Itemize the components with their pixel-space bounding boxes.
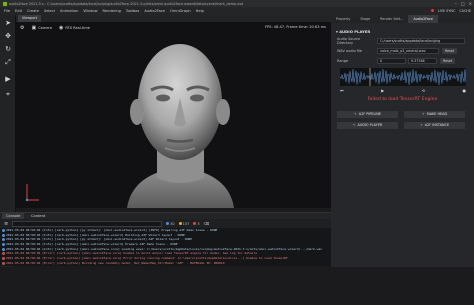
- audio-waveform[interactable]: [340, 68, 466, 86]
- audio-source-field[interactable]: C:/users/scotts/appdata/local/ov/pkg: [377, 38, 465, 44]
- right-panel-tabbar: Property Stage Render Sett... Audio2Face: [331, 15, 474, 23]
- rotate-tool-icon[interactable]: ↻: [3, 45, 13, 54]
- console-tabbar: Console Content: [0, 212, 331, 220]
- menu-audio2face[interactable]: Audio2Face: [144, 9, 165, 13]
- a2f-pipeline-button[interactable]: + A2F PIPELINE: [337, 111, 398, 118]
- menu-create[interactable]: Create: [27, 9, 39, 13]
- tab-audio2face[interactable]: Audio2Face: [408, 15, 438, 23]
- audio-player-header[interactable]: ▾ AUDIO PLAYER: [336, 29, 370, 34]
- live-sync-toggle[interactable]: LIVE SYNC: [438, 9, 456, 13]
- error-count[interactable]: 3: [193, 222, 200, 226]
- app-logo-icon: [3, 1, 7, 6]
- menu-edit[interactable]: Edit: [15, 9, 22, 13]
- wav-label: WAV audio file: [337, 49, 363, 53]
- skip-back-icon[interactable]: ⏮: [340, 88, 344, 94]
- audio-source-row: Audio Source Directory C:/users/scotts/a…: [337, 37, 469, 45]
- plus-icon: +: [353, 112, 357, 116]
- a2f-instance-button[interactable]: + A2F INSTANCE: [404, 122, 465, 129]
- menu-omnigraph[interactable]: OmniGraph: [170, 9, 191, 13]
- move-tool-icon[interactable]: ✥: [3, 32, 13, 41]
- menu-select[interactable]: Select: [44, 9, 55, 13]
- close-icon[interactable]: ×: [469, 1, 472, 6]
- loop-icon[interactable]: ⟲: [422, 88, 425, 94]
- range-row: Range 0 9.37346 Reset: [337, 58, 469, 64]
- menu-toolbox[interactable]: Toolbox: [126, 9, 139, 13]
- head-model-render: [127, 44, 234, 208]
- render-mode-label: RTX Real-time: [65, 25, 90, 30]
- menu-animation[interactable]: Animation: [60, 9, 78, 13]
- play-tool-icon[interactable]: ▶: [3, 75, 13, 84]
- warning-count[interactable]: 157: [178, 222, 189, 226]
- info-icon: [2, 238, 5, 242]
- info-icon: [2, 233, 5, 237]
- camera-label: Camera: [38, 25, 52, 30]
- maximize-icon[interactable]: □: [461, 1, 465, 6]
- camera-button[interactable]: ▣ Camera: [31, 25, 51, 31]
- tab-render-settings[interactable]: Render Sett...: [375, 15, 408, 23]
- error-icon: [2, 261, 5, 265]
- info-icon: [166, 222, 170, 225]
- viewport[interactable]: ⚙ ▣ Camera ◉ RTX Real-time FPS: 48.47, Fra…: [16, 22, 331, 208]
- menu-file[interactable]: File: [4, 9, 10, 13]
- menu-bar: File Edit Create Select Animation Window…: [0, 7, 474, 15]
- tensorrt-error-message: Failed to load TensorRT Engine: [367, 97, 438, 102]
- menu-help[interactable]: Help: [196, 9, 204, 13]
- console-log[interactable]: 2021-05-04 06:50:46 [Info] [carb.python]…: [0, 228, 331, 266]
- console-menu-icon[interactable]: ≡: [4, 221, 8, 227]
- camera-icon: ▣: [31, 24, 37, 31]
- audio2face-panel: ▾ AUDIO PLAYER Audio Source Directory C:…: [331, 23, 474, 267]
- error-icon: [2, 256, 5, 260]
- transport-controls: ⏮ ▶ ⟲ ●: [340, 88, 466, 94]
- clear-console-icon[interactable]: ⌫: [204, 221, 210, 226]
- error-icon: [2, 252, 5, 256]
- tab-property[interactable]: Property: [331, 15, 355, 23]
- info-icon: [2, 242, 5, 246]
- viewport-tabbar: Viewport: [16, 15, 331, 22]
- plus-icon: +: [352, 123, 356, 127]
- live-sync-indicator-icon: [430, 9, 434, 12]
- title-bar: audio2face 2021.3.x - C:/users/scotts/ap…: [0, 0, 474, 7]
- error-icon: [193, 222, 197, 225]
- plus-icon: +: [421, 112, 425, 116]
- range-start-field[interactable]: 0: [377, 58, 406, 64]
- range-reset-button[interactable]: Reset: [440, 58, 456, 64]
- audio-player-button[interactable]: + AUDIO PLAYER: [337, 122, 398, 129]
- wav-row: WAV audio file voice_male_p3_neutral.wav…: [337, 48, 469, 54]
- console-search-input[interactable]: [12, 220, 163, 227]
- log-line: 2021-05-04 06:50:46 [Error] [carb.python…: [0, 261, 331, 266]
- wav-file-select[interactable]: voice_male_p3_neutral.wav: [377, 48, 439, 54]
- minimize-icon[interactable]: –: [455, 1, 457, 6]
- axis-gizmo-icon: [25, 184, 39, 202]
- window-controls: – □ ×: [455, 1, 472, 6]
- window-title: audio2face 2021.3.x - C:/users/scotts/ap…: [9, 1, 244, 6]
- audio-source-label: Audio Source Directory: [337, 37, 361, 45]
- tab-stage[interactable]: Stage: [355, 15, 375, 23]
- render-mode-button[interactable]: ◉ RTX Real-time: [59, 25, 90, 31]
- select-tool-icon[interactable]: ➤: [3, 19, 13, 28]
- info-count[interactable]: 30: [166, 222, 175, 226]
- tab-viewport[interactable]: Viewport: [18, 15, 41, 22]
- range-end-field[interactable]: 9.37346: [408, 58, 437, 64]
- menu-window[interactable]: Window: [83, 9, 97, 13]
- snap-tool-icon[interactable]: ⌖: [3, 90, 13, 99]
- scale-tool-icon[interactable]: ⤢: [3, 58, 13, 67]
- range-label: Range: [337, 59, 349, 63]
- status-bar: [0, 267, 474, 305]
- plus-icon: +: [419, 123, 423, 127]
- render-icon: ◉: [58, 24, 64, 31]
- info-icon: [2, 247, 5, 251]
- menu-right: LIVE SYNC CACHE: [430, 9, 471, 13]
- menu-rendering[interactable]: Rendering: [103, 9, 121, 13]
- cache-button[interactable]: CACHE: [459, 9, 471, 13]
- console-toolbar: ≡ 30 157 3 ⌫: [0, 219, 331, 228]
- record-icon[interactable]: ●: [463, 88, 467, 94]
- make-head-button[interactable]: + MAKE HEAD: [404, 111, 465, 118]
- gear-icon: ⚙: [20, 24, 25, 31]
- viewport-settings-button[interactable]: ⚙: [20, 25, 24, 31]
- play-icon[interactable]: ▶: [381, 88, 384, 94]
- wav-reset-button[interactable]: Reset: [442, 48, 458, 54]
- fps-readout: FPS: 48.47, Frame time: 20.63 ms: [264, 25, 326, 29]
- info-icon: [2, 228, 5, 232]
- warning-icon: [178, 222, 182, 225]
